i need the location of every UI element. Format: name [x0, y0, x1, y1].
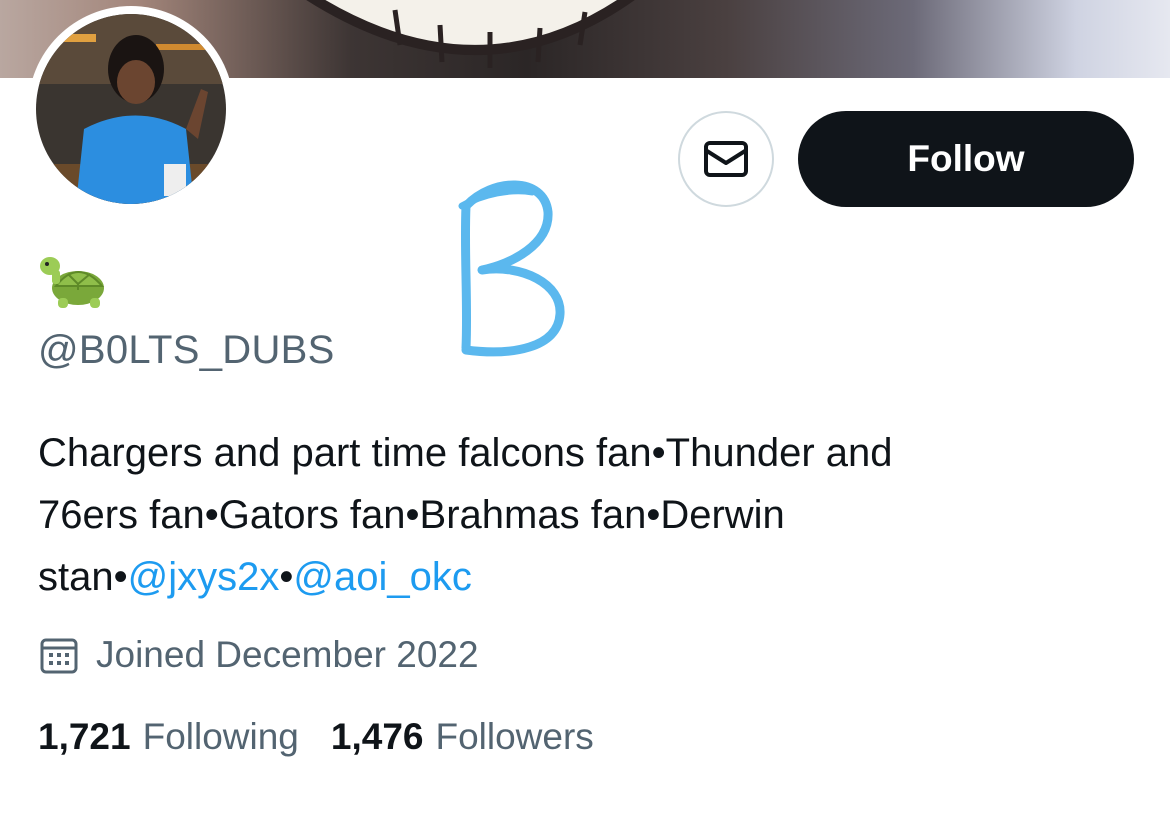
followers-label: Followers — [435, 716, 594, 757]
bio-line-1: Chargers and part time falcons fan•Thund… — [38, 431, 893, 475]
profile-bio: Chargers and part time falcons fan•Thund… — [38, 422, 1098, 608]
followers-count: 1,476 — [330, 716, 424, 757]
follow-stats: 1,721 Following 1,476 Followers — [38, 716, 594, 758]
profile-handle: @B0LTS_DUBS — [38, 328, 335, 372]
handwritten-b-scribble — [458, 180, 565, 357]
avatar-photo — [36, 14, 226, 204]
bio-text: stan• — [38, 555, 128, 599]
profile-avatar[interactable] — [28, 6, 234, 212]
mention-link-jxys2x[interactable]: @jxys2x — [128, 555, 280, 599]
following-link[interactable]: 1,721 Following — [38, 716, 299, 758]
followers-link[interactable]: 1,476 Followers — [331, 716, 594, 758]
mention-link-aoi-okc[interactable]: @aoi_okc — [293, 555, 471, 599]
envelope-icon — [704, 141, 748, 177]
bio-separator: • — [279, 555, 294, 599]
joined-date: Joined December 2022 — [38, 632, 479, 678]
message-button[interactable] — [678, 111, 774, 207]
following-count: 1,721 — [38, 716, 131, 757]
turtle-emoji — [40, 257, 105, 308]
following-label: Following — [142, 716, 299, 757]
calendar-icon — [40, 638, 78, 674]
bio-line-3: stan•@jxys2x•@aoi_okc — [38, 546, 1098, 608]
joined-text: Joined December 2022 — [96, 634, 479, 675]
bio-line-2: 76ers fan•Gators fan•Brahmas fan•Derwin — [38, 493, 785, 537]
follow-button[interactable]: Follow — [798, 111, 1134, 207]
